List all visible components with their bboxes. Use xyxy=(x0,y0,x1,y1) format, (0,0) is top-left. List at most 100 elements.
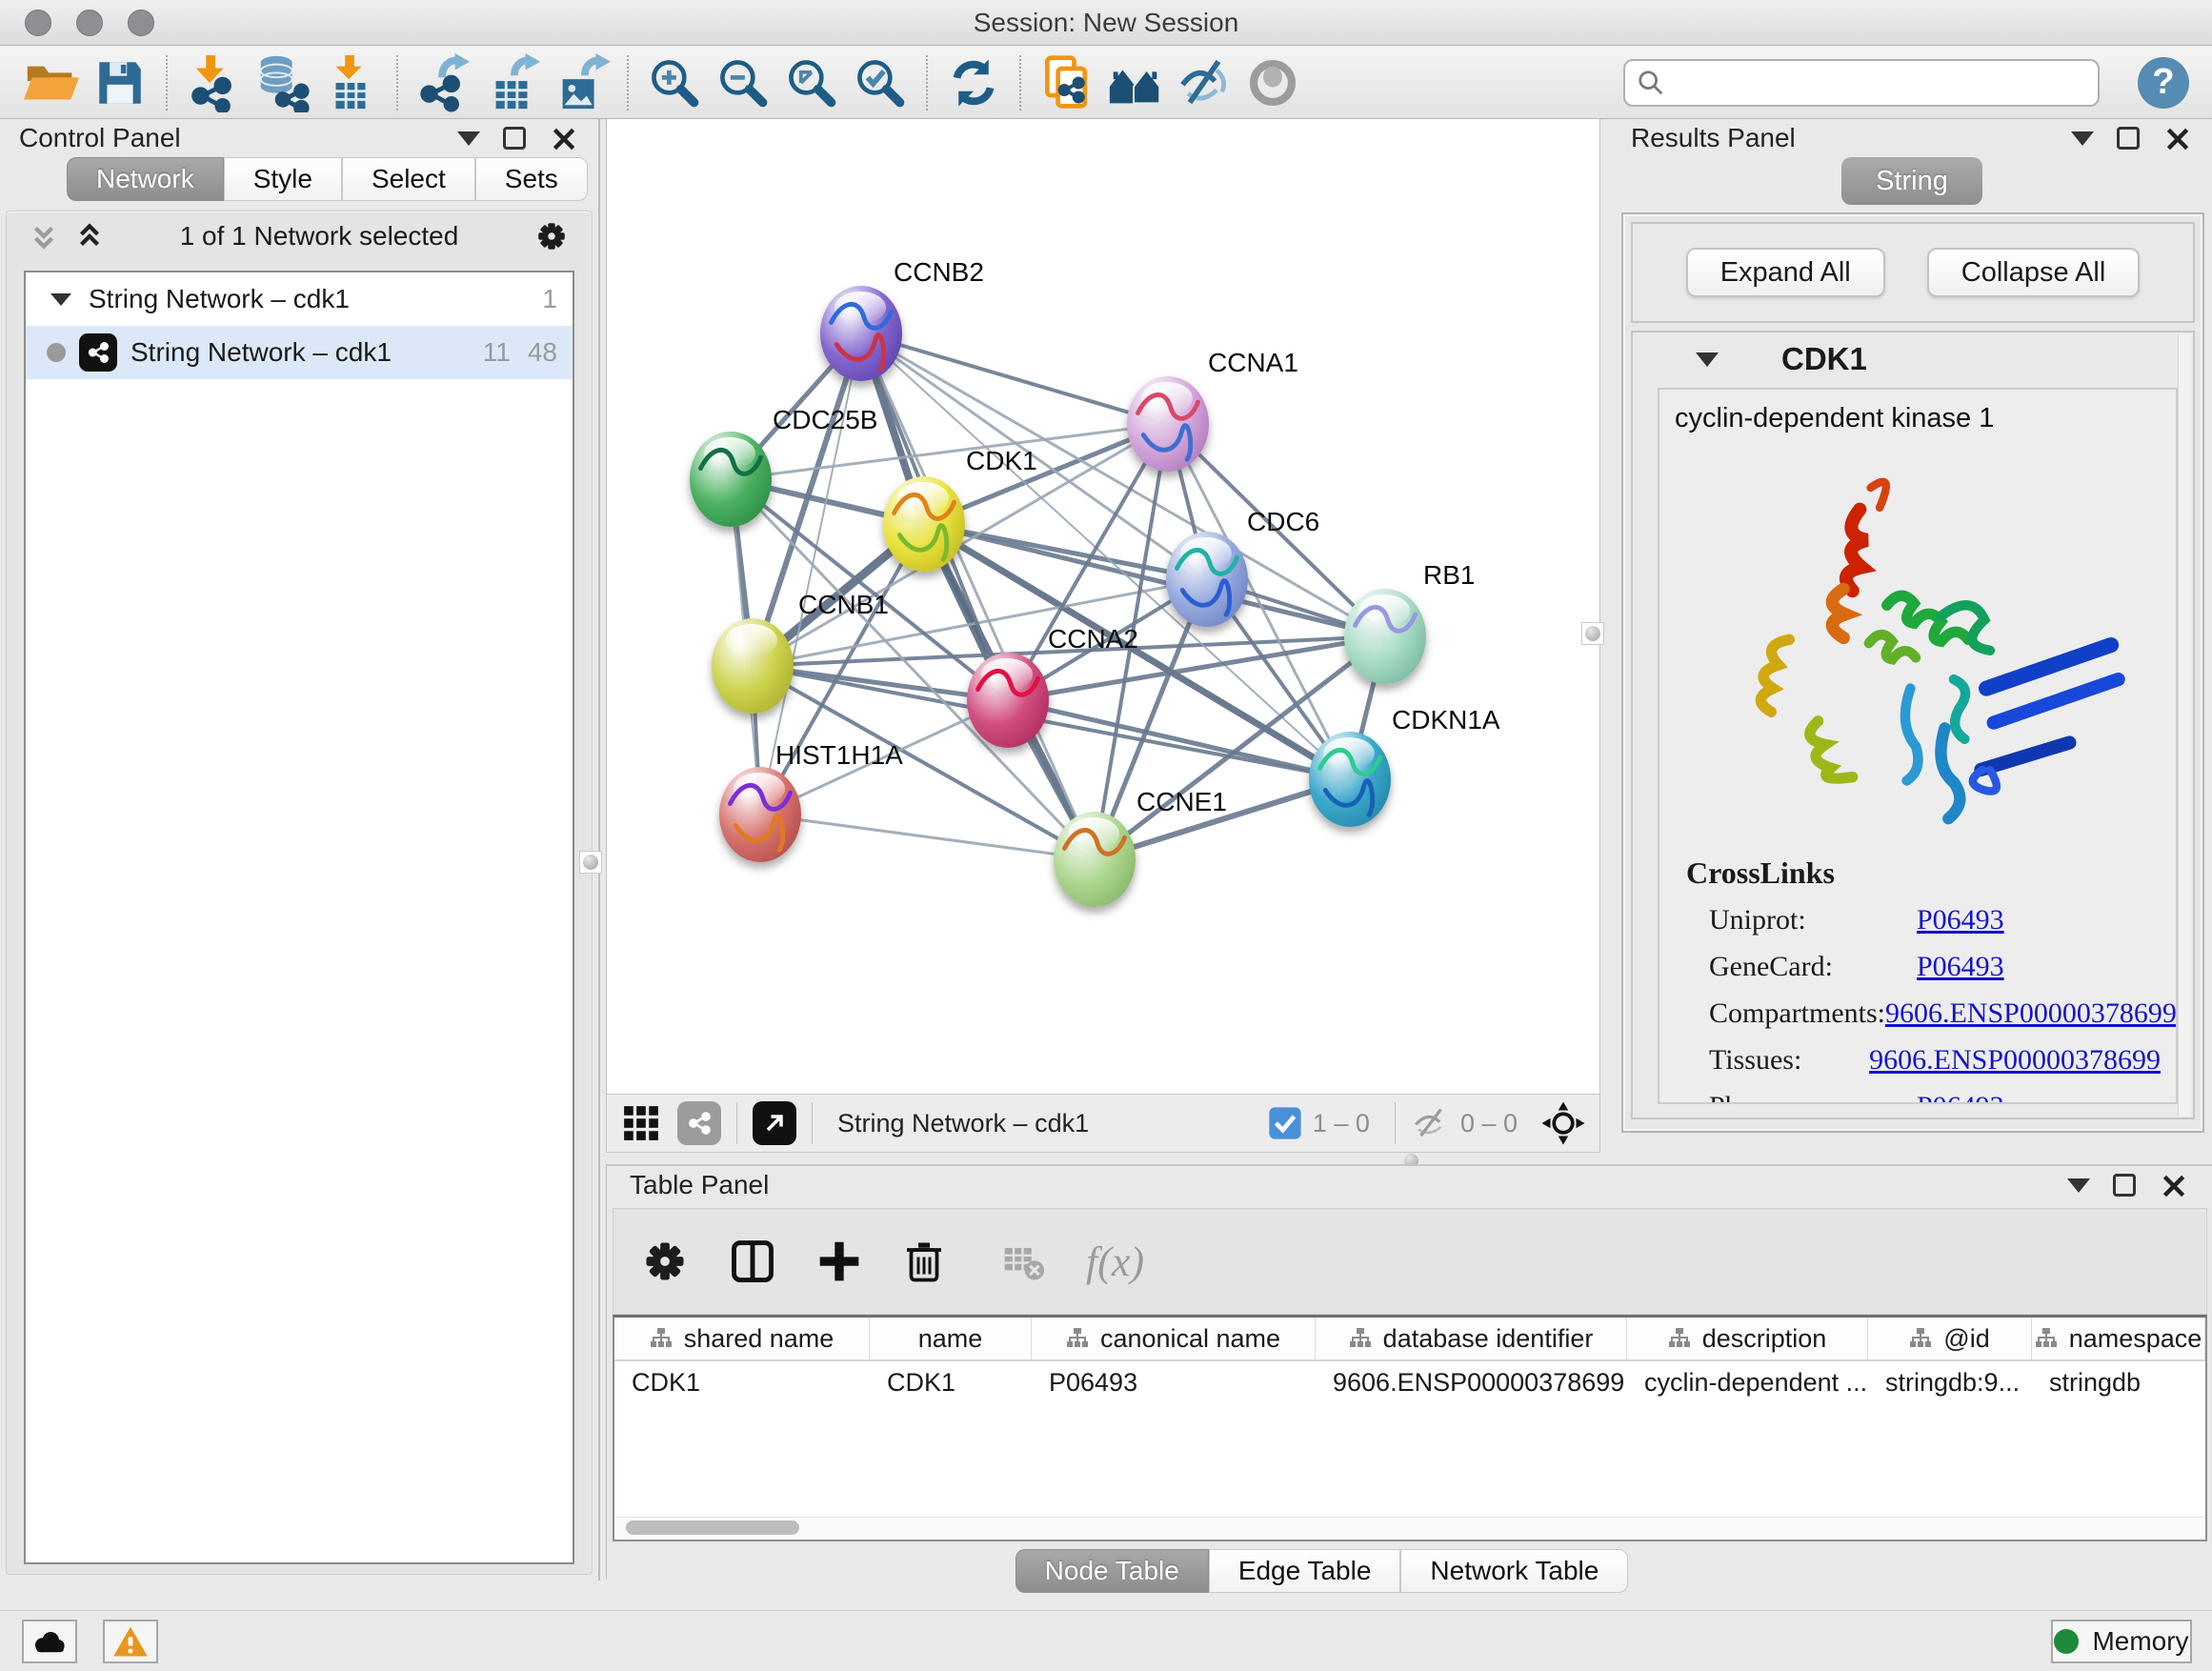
column-header-namespace[interactable]: namespace xyxy=(2032,1318,2205,1359)
table-cell[interactable]: cyclin-dependent ... xyxy=(1627,1361,1868,1403)
cloud-button[interactable] xyxy=(22,1620,77,1663)
refresh-icon[interactable] xyxy=(939,51,1008,114)
column-header-database-identifier[interactable]: database identifier xyxy=(1316,1318,1627,1359)
table-cell[interactable]: stringdb:9... xyxy=(1868,1361,2032,1403)
eye-icon[interactable] xyxy=(1238,51,1307,114)
results-scrollbar[interactable] xyxy=(2178,334,2191,1116)
gene-entry-header[interactable]: CDK1 xyxy=(1633,332,2193,386)
close-panel-icon[interactable]: × xyxy=(2159,1174,2189,1197)
network-node-CCNB2[interactable] xyxy=(820,286,902,381)
network-node-CDKN1A[interactable] xyxy=(1309,732,1391,827)
zoom-fit-icon[interactable] xyxy=(777,51,846,114)
tab-style[interactable]: Style xyxy=(224,157,342,201)
hide-panels-icon[interactable] xyxy=(1170,51,1238,114)
network-node-CDK1[interactable] xyxy=(883,476,965,572)
float-panel-icon[interactable] xyxy=(503,127,526,150)
float-panel-icon[interactable] xyxy=(2117,127,2140,150)
collection-expand-icon[interactable] xyxy=(50,293,71,306)
open-session-icon[interactable] xyxy=(17,51,86,114)
delete-column-icon[interactable] xyxy=(901,1238,947,1284)
crosslink-link[interactable]: P06493 xyxy=(1917,904,2004,936)
create-column-icon[interactable] xyxy=(815,1238,863,1285)
network-canvas[interactable]: CCNB2CCNA1CDC25BCDK1CDC6RB1CCNB1CCNA2CDK… xyxy=(606,119,1600,1094)
column-header-description[interactable]: description xyxy=(1627,1318,1868,1359)
network-view-icon[interactable] xyxy=(677,1101,721,1145)
panel-menu-icon[interactable] xyxy=(457,131,480,146)
crosslink-link[interactable]: P06493 xyxy=(1917,1091,2004,1105)
table-cell[interactable]: P06493 xyxy=(1032,1361,1316,1403)
network-node-CDC25B[interactable] xyxy=(690,432,772,527)
warning-button[interactable] xyxy=(103,1620,158,1663)
table-hscrollbar-thumb[interactable] xyxy=(626,1520,799,1535)
open-network-in-window-icon[interactable] xyxy=(753,1101,796,1145)
float-panel-icon[interactable] xyxy=(2113,1174,2136,1197)
help-button[interactable]: ? xyxy=(2138,57,2189,109)
memory-button[interactable]: Memory xyxy=(2051,1620,2192,1663)
collapse-all-icon[interactable] xyxy=(28,220,60,252)
network-node-CCNA2[interactable] xyxy=(967,653,1049,748)
column-header-canonical-name[interactable]: canonical name xyxy=(1032,1318,1316,1359)
column-header-name[interactable]: name xyxy=(870,1318,1032,1359)
tab-string[interactable]: String xyxy=(1841,157,1982,205)
table-cell[interactable]: 9606.ENSP00000378699 xyxy=(1316,1361,1627,1403)
expand-all-button[interactable]: Expand All xyxy=(1686,248,1885,297)
zoom-in-icon[interactable] xyxy=(640,51,709,114)
home-icon[interactable] xyxy=(1101,51,1170,114)
clone-network-icon[interactable] xyxy=(1033,51,1101,114)
table-settings-gear-icon[interactable] xyxy=(640,1237,690,1286)
network-node-CCNB1[interactable] xyxy=(712,618,794,714)
network-options-gear-icon[interactable] xyxy=(533,217,571,255)
network-collection-row[interactable]: String Network – cdk1 1 xyxy=(26,272,573,326)
panel-menu-icon[interactable] xyxy=(2067,1178,2090,1193)
column-type-icon xyxy=(1066,1327,1089,1350)
tab-network-table[interactable]: Network Table xyxy=(1400,1549,1628,1593)
network-node-CDC6[interactable] xyxy=(1166,532,1248,627)
tab-network[interactable]: Network xyxy=(67,157,224,201)
selected-checkbox-icon[interactable] xyxy=(1267,1105,1303,1141)
import-table-icon[interactable] xyxy=(316,51,385,114)
left-splitter-grip[interactable] xyxy=(579,851,602,874)
tab-sets[interactable]: Sets xyxy=(475,157,588,201)
import-network-from-database-icon[interactable] xyxy=(248,51,316,114)
export-image-icon[interactable] xyxy=(547,51,615,114)
panel-menu-icon[interactable] xyxy=(2071,131,2094,146)
tab-node-table[interactable]: Node Table xyxy=(1016,1549,1209,1593)
zoom-out-icon[interactable] xyxy=(709,51,777,114)
table-cell[interactable]: CDK1 xyxy=(870,1361,1032,1403)
export-network-icon[interactable] xyxy=(410,51,478,114)
network-node-count: 11 xyxy=(483,337,511,368)
crosslink-link[interactable]: 9606.ENSP00000378699 xyxy=(1869,1044,2161,1077)
tab-select[interactable]: Select xyxy=(342,157,475,201)
search-input[interactable] xyxy=(1675,67,2086,98)
network-node-HIST1H1A[interactable] xyxy=(719,767,801,862)
save-session-icon[interactable] xyxy=(86,51,154,114)
network-row[interactable]: String Network – cdk1 11 48 xyxy=(26,326,573,379)
zoom-selected-icon[interactable] xyxy=(846,51,915,114)
table-row[interactable]: CDK1CDK1P064939606.ENSP00000378699cyclin… xyxy=(614,1361,2205,1403)
birdseye-navigator-icon[interactable] xyxy=(1540,1100,1586,1146)
column-header-@id[interactable]: @id xyxy=(1868,1318,2032,1359)
network-node-CCNE1[interactable] xyxy=(1054,812,1136,907)
table-hscrollbar[interactable] xyxy=(616,1517,2203,1538)
grid-view-icon[interactable] xyxy=(620,1102,662,1144)
table-cell[interactable]: stringdb xyxy=(2032,1361,2205,1403)
right-splitter-grip[interactable] xyxy=(1581,622,1604,645)
column-header-shared-name[interactable]: shared name xyxy=(614,1318,870,1359)
collapse-entry-icon[interactable] xyxy=(1696,352,1719,367)
crosslink-link[interactable]: 9606.ENSP00000378699 xyxy=(1885,997,2177,1030)
tab-edge-table[interactable]: Edge Table xyxy=(1209,1549,1401,1593)
table-cell[interactable]: CDK1 xyxy=(614,1361,870,1403)
hidden-eye-icon[interactable] xyxy=(1411,1103,1451,1143)
search-field[interactable] xyxy=(1623,59,2100,107)
close-panel-icon[interactable]: × xyxy=(2162,127,2193,150)
table-panel-title: Table Panel xyxy=(630,1170,769,1200)
collapse-all-button[interactable]: Collapse All xyxy=(1927,248,2141,297)
network-node-CCNA1[interactable] xyxy=(1127,376,1209,472)
crosslink-link[interactable]: P06493 xyxy=(1917,951,2004,983)
show-columns-icon[interactable] xyxy=(728,1237,777,1286)
network-node-RB1[interactable] xyxy=(1344,589,1426,684)
expand-all-icon[interactable] xyxy=(73,220,106,252)
export-table-icon[interactable] xyxy=(478,51,547,114)
close-panel-icon[interactable]: × xyxy=(549,127,579,150)
import-network-icon[interactable] xyxy=(179,51,248,114)
